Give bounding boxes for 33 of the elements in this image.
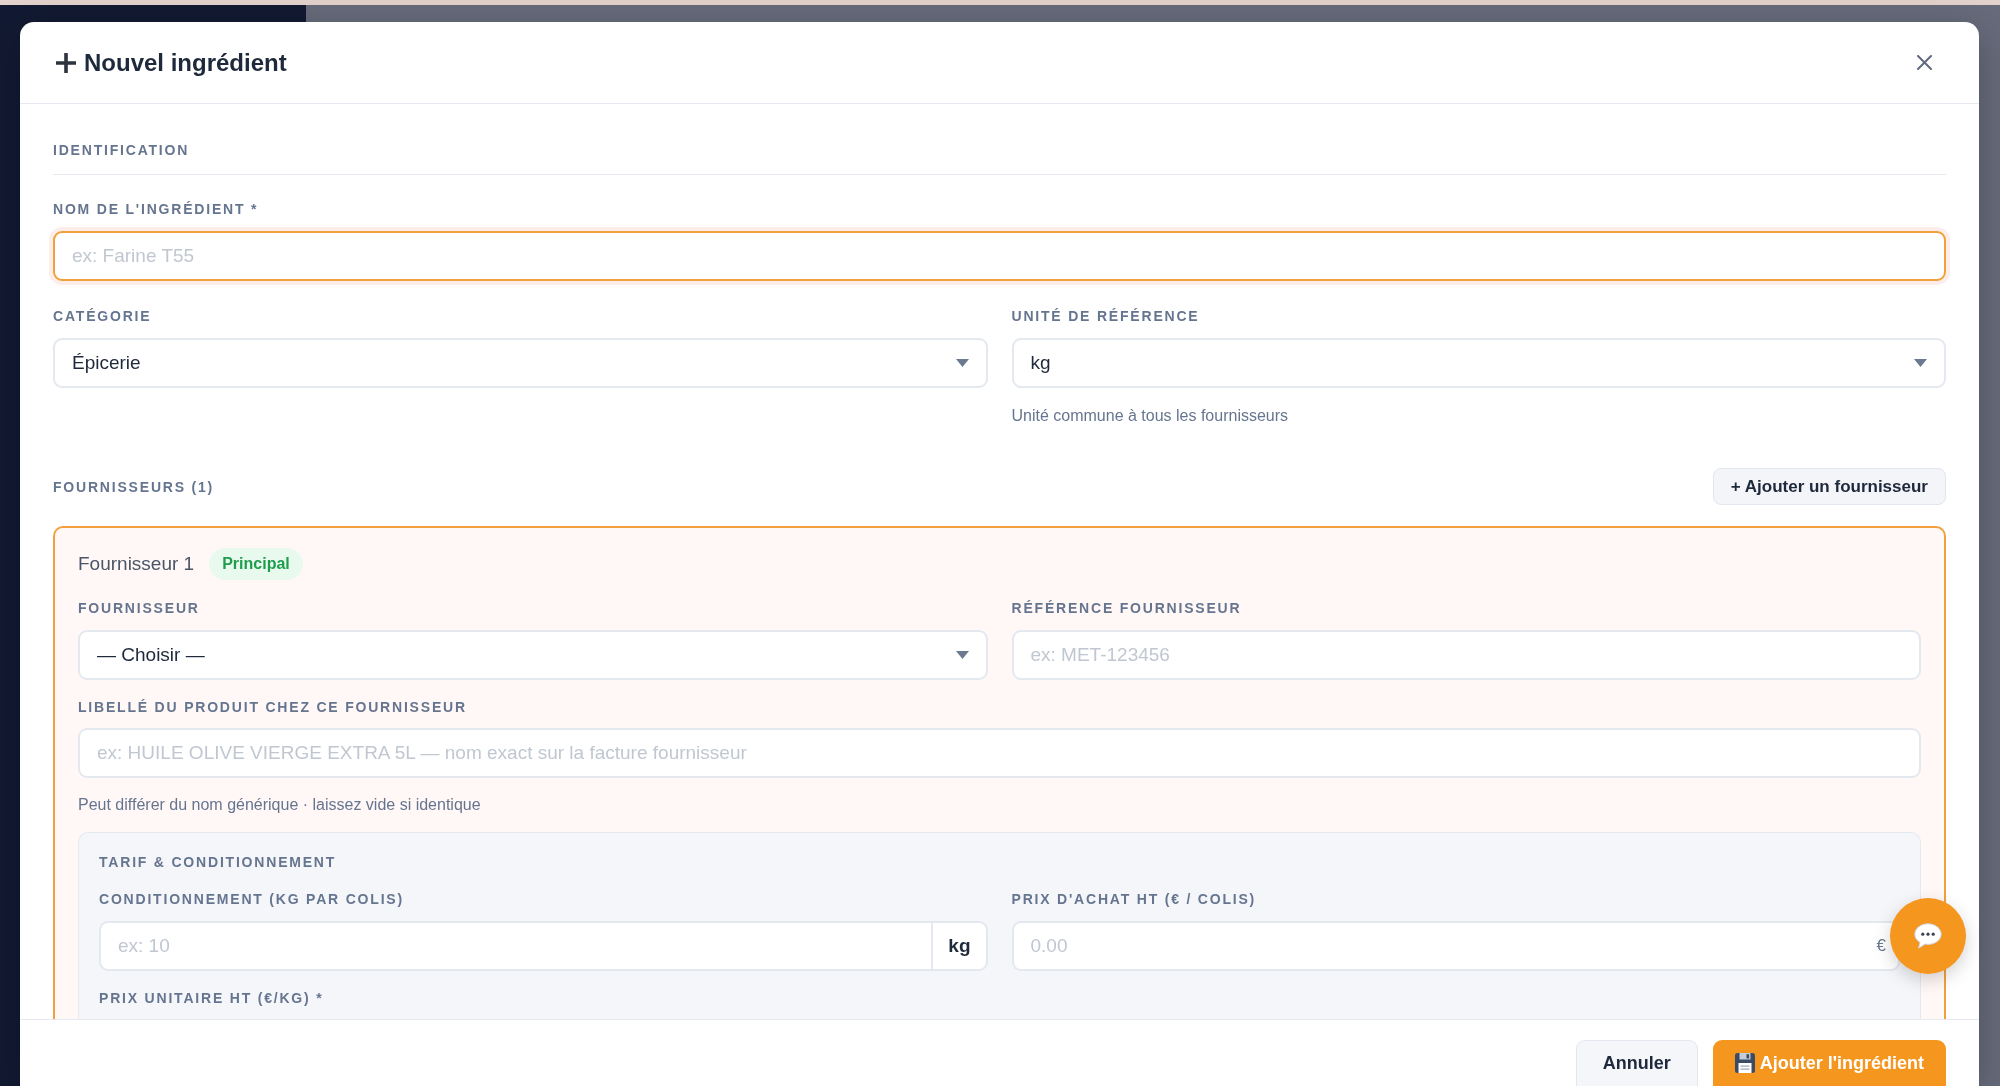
field-label: PRIX UNITAIRE HT (€/KG) * [99, 989, 325, 1007]
caret-icon [955, 651, 969, 659]
field-label: LIBELLÉ DU PRODUIT CHEZ CE FOURNISSEUR [78, 698, 468, 716]
supplier-reference-input[interactable]: ex: MET-123456 [1011, 630, 1921, 680]
section-heading: FOURNISSEURS (1) [53, 477, 215, 496]
section-heading: IDENTIFICATION [53, 141, 1946, 175]
unit-select[interactable]: kg [1011, 338, 1946, 388]
field-label: RÉFÉRENCE FOURNISSEUR [1011, 599, 1243, 617]
field-label: PRIX D'ACHAT HT (€ / COLIS) [1011, 890, 1258, 908]
add-supplier-button[interactable]: + Ajouter un fournisseur [1712, 468, 1946, 505]
speech-bubble-icon [1914, 923, 1942, 949]
help-text: Unité commune à tous les fournisseurs [1011, 406, 1290, 426]
supplier-select[interactable]: — Choisir — [78, 630, 988, 680]
supplier-title: Fournisseur 1 [78, 552, 195, 576]
dialog-title: Nouvel ingrédient [84, 47, 287, 78]
field-label: NOM DE L'INGRÉDIENT * [53, 200, 260, 218]
product-label-input[interactable]: ex: HUILE OLIVE VIERGE EXTRA 5L — nom exact sur la facture fournisseur [78, 728, 1921, 778]
status-badge: Principal [209, 548, 303, 580]
field-label: CATÉGORIE [53, 307, 153, 325]
unit-addon: kg [931, 921, 988, 971]
field-label: UNITÉ DE RÉFÉRENCE [1011, 307, 1201, 325]
field-label: CONDITIONNEMENT (KG PAR COLIS) [99, 890, 405, 908]
close-icon[interactable] [1917, 55, 1932, 70]
packaging-input[interactable]: ex: 10 [99, 921, 932, 971]
caret-icon [955, 359, 969, 367]
field-label: FOURNISSEUR [78, 599, 201, 617]
plus-icon [56, 52, 76, 73]
help-text: Peut différer du nom générique · laissez vide si identique [78, 795, 482, 815]
caret-icon [1914, 359, 1927, 367]
section-heading: TARIF & CONDITIONNEMENT [99, 853, 338, 871]
category-select[interactable]: Épicerie [53, 338, 988, 388]
cancel-button[interactable]: Annuler [1575, 1040, 1698, 1086]
ingredient-name-input[interactable]: ex: Farine T55 [53, 231, 1946, 281]
